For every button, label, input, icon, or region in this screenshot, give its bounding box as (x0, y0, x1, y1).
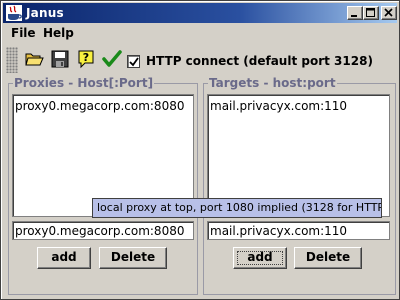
proxy-input[interactable]: proxy0.megacorp.com:8080 (12, 221, 194, 240)
help-button[interactable]: ? (74, 47, 98, 71)
delete-target-button[interactable]: Delete (294, 247, 362, 269)
open-folder-icon (25, 53, 44, 66)
http-connect-checkbox[interactable] (127, 55, 140, 68)
add-proxy-button[interactable]: add (37, 247, 91, 269)
minimize-button[interactable] (347, 6, 363, 20)
target-input-value: mail.privacyx.com:110 (210, 224, 348, 238)
java-app-icon[interactable] (6, 5, 22, 21)
targets-panel: Targets - host:port mail.privacyx.com:11… (203, 76, 396, 295)
toolbar: ? HTTP connect (default port 3128) (3, 45, 397, 75)
list-item[interactable]: mail.privacyx.com:110 (210, 99, 347, 113)
targets-panel-title: Targets - host:port (208, 76, 337, 90)
target-input[interactable]: mail.privacyx.com:110 (207, 221, 390, 240)
menu-help[interactable]: Help (39, 26, 78, 40)
close-button[interactable] (381, 6, 397, 20)
svg-text:?: ? (83, 51, 89, 64)
close-icon (384, 8, 393, 17)
title-bar[interactable]: Janus (3, 3, 397, 23)
delete-proxy-button[interactable]: Delete (99, 247, 167, 269)
list-item[interactable]: proxy0.megacorp.com:8080 (15, 99, 184, 113)
help-question-icon: ? (78, 50, 94, 69)
maximize-button[interactable] (363, 6, 379, 20)
save-button[interactable] (48, 47, 72, 71)
open-button[interactable] (22, 47, 46, 71)
menu-bar: File Help (3, 24, 397, 44)
maximize-icon (366, 8, 375, 17)
proxy-input-value: proxy0.megacorp.com:8080 (15, 224, 185, 238)
add-target-label: add (247, 250, 273, 264)
checkmark-icon (129, 57, 139, 67)
menu-file[interactable]: File (7, 26, 40, 40)
tooltip: local proxy at top, port 1080 implied (3… (92, 198, 382, 218)
janus-window: Janus File Help ? HTTP connect (default … (0, 0, 400, 300)
apply-button[interactable] (100, 47, 124, 71)
proxies-panel-title: Proxies - Host[:Port] (13, 76, 155, 90)
toolbar-grip[interactable] (6, 47, 18, 73)
add-target-button[interactable]: add (233, 247, 287, 269)
minimize-icon (351, 15, 357, 17)
http-connect-label[interactable]: HTTP connect (default port 3128) (146, 54, 373, 68)
check-icon (102, 50, 122, 67)
save-disk-icon (51, 50, 69, 68)
proxies-panel: Proxies - Host[:Port] proxy0.megacorp.co… (8, 76, 198, 295)
window-title: Janus (26, 6, 64, 20)
